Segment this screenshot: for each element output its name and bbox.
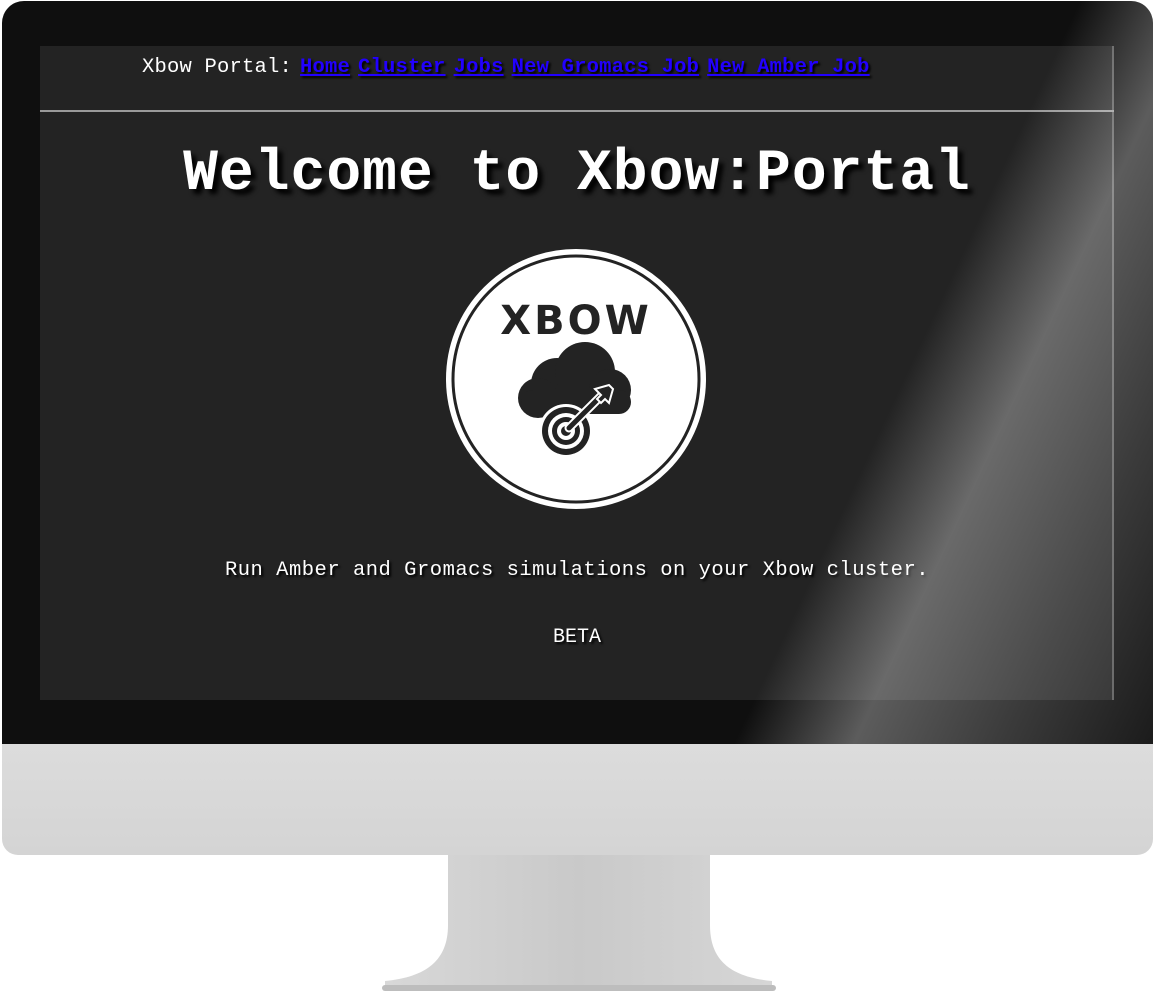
nav-link-jobs[interactable]: Jobs [454, 56, 504, 79]
nav-label: Xbow Portal: [142, 56, 293, 79]
status-badge: BETA [552, 626, 601, 649]
page-title: Welcome to Xbow:Portal [183, 142, 971, 207]
monitor-bezel: Xbow Portal: Home Cluster Jobs New Gromacs J… [2, 1, 1153, 744]
nav-link-cluster[interactable]: Cluster [358, 56, 446, 79]
top-nav: Xbow Portal: Home Cluster Jobs New Gromacs J… [40, 46, 1114, 112]
nav-link-home[interactable]: Home [300, 56, 350, 79]
monitor-chin [2, 744, 1153, 855]
nav-link-new-gromacs-job[interactable]: New Gromacs Job [512, 56, 700, 79]
tagline: Run Amber and Gromacs simulations on you… [224, 559, 930, 582]
browser-viewport: Xbow Portal: Home Cluster Jobs New Gromacs J… [40, 46, 1114, 700]
nav-link-new-amber-job[interactable]: New Amber Job [707, 56, 870, 79]
imac-mockup: Xbow Portal: Home Cluster Jobs New Gromacs J… [0, 0, 1154, 993]
monitor-stand [380, 855, 777, 993]
xbow-cloud-target-logo-icon: XBOW [445, 248, 707, 510]
nav-row: Xbow Portal: Home Cluster Jobs New Gromacs J… [142, 56, 878, 79]
logo-text: XBOW [500, 298, 651, 344]
